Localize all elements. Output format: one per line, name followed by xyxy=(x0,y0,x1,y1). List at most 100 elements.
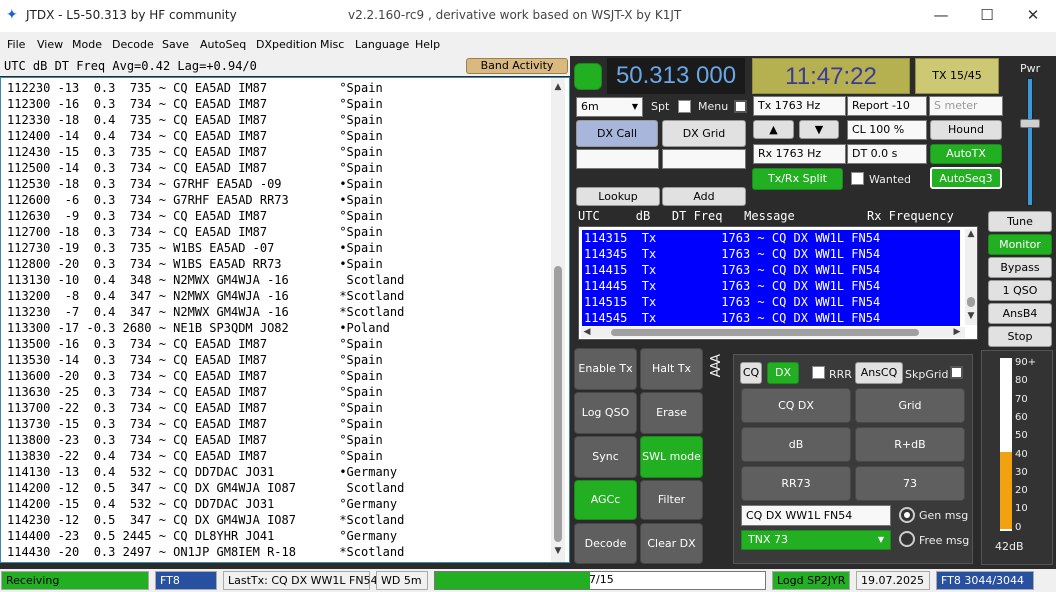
dx-grid-input[interactable] xyxy=(662,149,746,169)
swl-mode-button[interactable]: SWL mode xyxy=(640,436,703,478)
band-activity-scrollbar[interactable]: ▲ ▼ xyxy=(551,78,565,562)
band-activity-row[interactable]: 114200 -15 0.4 532 ~ CQ DD7DAC JO31 °Ger… xyxy=(7,496,397,512)
decode-button[interactable]: Decode xyxy=(574,523,637,564)
rx-frequency-row[interactable]: 114345 Tx 1763 ~ CQ DX WW1L FN54 xyxy=(582,246,960,262)
menu-language[interactable]: Language xyxy=(355,38,409,51)
band-activity-row[interactable]: 114430 -20 0.3 2497 ~ ON1JP GM8IEM R-18 … xyxy=(7,544,404,560)
power-slider-track[interactable] xyxy=(1027,78,1033,206)
band-activity-row[interactable]: 113800 -23 0.3 734 ~ CQ EA5AD IM87 °Spai… xyxy=(7,432,383,448)
dx-toggle[interactable]: DX xyxy=(767,362,799,384)
band-activity-button[interactable]: Band Activity xyxy=(466,58,568,74)
band-activity-row[interactable]: 112530 -18 0.3 734 ~ G7RHF EA5AD -09 •Sp… xyxy=(7,176,383,192)
cq-toggle[interactable]: CQ xyxy=(740,362,762,384)
band-activity-row[interactable]: 112730 -19 0.3 735 ~ W1BS EA5AD -07 •Spa… xyxy=(7,240,383,256)
menu-save[interactable]: Save xyxy=(162,38,189,51)
up-button[interactable]: ▲ xyxy=(753,120,794,139)
band-activity-row[interactable]: 114400 -23 0.5 2445 ~ CQ DL8YHR JO41 °Ge… xyxy=(7,528,397,544)
cl-spinbox[interactable]: CL 100 % xyxy=(847,120,927,140)
r-db-button[interactable]: R+dB xyxy=(855,427,965,462)
band-activity-row[interactable]: 113830 -22 0.4 734 ~ CQ EA5AD IM87 °Spai… xyxy=(7,448,383,464)
autotx-button[interactable]: AutoTX xyxy=(930,144,1002,164)
hound-button[interactable]: Hound xyxy=(930,120,1002,140)
band-activity-row[interactable]: 112630 -9 0.3 734 ~ CQ EA5AD IM87 °Spain xyxy=(7,208,383,224)
dx-call-button[interactable]: DX Call xyxy=(576,120,658,147)
band-activity-row[interactable]: 113530 -14 0.3 734 ~ CQ EA5AD IM87 °Spai… xyxy=(7,352,383,368)
band-activity-row[interactable]: 113700 -22 0.3 734 ~ CQ EA5AD IM87 °Spai… xyxy=(7,400,383,416)
band-activity-row[interactable]: 112430 -15 0.3 735 ~ CQ EA5AD IM87 °Spai… xyxy=(7,144,383,160)
band-activity-list[interactable]: 112230 -13 0.3 735 ~ CQ EA5AD IM87 °Spai… xyxy=(0,77,570,563)
enable-tx-button[interactable]: Enable Tx xyxy=(574,348,637,390)
rx-frequency-row[interactable]: 114315 Tx 1763 ~ CQ DX WW1L FN54 xyxy=(582,230,960,246)
scroll-left-icon[interactable]: ◀ xyxy=(581,327,593,337)
halt-tx-button[interactable]: Halt Tx xyxy=(640,348,703,390)
ansb4-button[interactable]: AnsB4 xyxy=(988,303,1052,324)
down-button[interactable]: ▼ xyxy=(799,120,839,139)
filter-button[interactable]: Filter xyxy=(640,480,703,520)
band-activity-row[interactable]: 112800 -20 0.3 734 ~ W1BS EA5AD RR73 •Sp… xyxy=(7,256,383,272)
band-activity-row[interactable]: 114200 -12 0.5 347 ~ CQ DX GM4WJA IO87 S… xyxy=(7,480,404,496)
agcc-button[interactable]: AGCc xyxy=(574,480,637,520)
menu-mode[interactable]: Mode xyxy=(72,38,102,51)
menu-file[interactable]: File xyxy=(7,38,25,51)
band-activity-row[interactable]: 114230 -12 0.5 347 ~ CQ DX GM4WJA IO87 *… xyxy=(7,512,404,528)
73-button[interactable]: 73 xyxy=(855,466,965,501)
menu-dxpedition[interactable]: DXpedition xyxy=(256,38,317,51)
rr73-button[interactable]: RR73 xyxy=(741,466,851,501)
band-activity-row[interactable]: 113130 -10 0.4 348 ~ N2MWX GM4WJA -16 Sc… xyxy=(7,272,404,288)
dx-grid-button[interactable]: DX Grid xyxy=(662,120,746,147)
grid-button[interactable]: Grid xyxy=(855,388,965,423)
rx-frequency-row[interactable]: 114445 Tx 1763 ~ CQ DX WW1L FN54 xyxy=(582,278,960,294)
rx-frequency-row[interactable]: 114515 Tx 1763 ~ CQ DX WW1L FN54 xyxy=(582,294,960,310)
band-activity-row[interactable]: 113230 -7 0.4 347 ~ N2MWX GM4WJA -16 *Sc… xyxy=(7,304,404,320)
skpgrid-checkbox[interactable] xyxy=(950,366,963,379)
band-activity-row[interactable]: 113500 -16 0.3 734 ~ CQ EA5AD IM87 °Spai… xyxy=(7,336,383,352)
gen-msg-radio[interactable] xyxy=(899,507,915,523)
log-qso-button[interactable]: Log QSO xyxy=(574,392,637,434)
scroll-down-icon[interactable]: ▼ xyxy=(552,546,564,556)
rx-frequency-row[interactable]: 114415 Tx 1763 ~ CQ DX WW1L FN54 xyxy=(582,262,960,278)
band-activity-row[interactable]: 112500 -14 0.3 734 ~ CQ EA5AD IM87 °Spai… xyxy=(7,160,383,176)
power-slider-handle[interactable] xyxy=(1020,119,1040,128)
band-activity-row[interactable]: 112330 -18 0.4 735 ~ CQ EA5AD IM87 °Spai… xyxy=(7,112,383,128)
erase-button[interactable]: Erase xyxy=(640,392,703,434)
spt-checkbox[interactable] xyxy=(678,100,691,113)
tab-selector[interactable]: AAA xyxy=(709,356,724,377)
band-activity-row[interactable]: 113300 -17 -0.3 2680 ~ NE1B SP3QDM JO82 … xyxy=(7,320,390,336)
monitor-button[interactable]: Monitor xyxy=(988,234,1052,255)
scroll-down-icon[interactable]: ▼ xyxy=(965,311,977,321)
menu-checkbox[interactable] xyxy=(734,100,747,113)
tx-frequency-spinbox[interactable]: Tx 1763 Hz xyxy=(753,96,846,116)
anscq-button[interactable]: AnsCQ xyxy=(855,362,903,384)
band-activity-row[interactable]: 113630 -25 0.3 734 ~ CQ EA5AD IM87 °Spai… xyxy=(7,384,383,400)
band-activity-row[interactable]: 112230 -13 0.3 735 ~ CQ EA5AD IM87 °Spai… xyxy=(7,80,383,96)
tune-button[interactable]: Tune xyxy=(988,211,1052,232)
rrr-checkbox[interactable] xyxy=(812,366,825,379)
menu-help[interactable]: Help xyxy=(415,38,440,51)
rx-scrollbar[interactable]: ▲ ▼ xyxy=(965,229,977,325)
dt-spinbox[interactable]: DT 0.0 s xyxy=(847,144,927,164)
band-activity-row[interactable]: 113730 -15 0.3 734 ~ CQ EA5AD IM87 °Spai… xyxy=(7,416,383,432)
band-activity-row[interactable]: 113600 -20 0.3 734 ~ CQ EA5AD IM87 °Spai… xyxy=(7,368,383,384)
band-activity-row[interactable]: 112700 -18 0.3 734 ~ CQ EA5AD IM87 °Spai… xyxy=(7,224,383,240)
band-activity-row[interactable]: 112600 -6 0.3 734 ~ G7RHF EA5AD RR73 •Sp… xyxy=(7,192,383,208)
bypass-button[interactable]: Bypass xyxy=(988,257,1052,278)
free-msg-select[interactable]: TNX 73 ▼ xyxy=(741,530,891,550)
rx-frequency-list[interactable]: 114315 Tx 1763 ~ CQ DX WW1L FN54 114345 T… xyxy=(578,226,978,340)
add-button[interactable]: Add xyxy=(662,187,746,206)
minimize-button[interactable]: — xyxy=(918,0,964,30)
band-activity-row[interactable]: 112400 -14 0.4 734 ~ CQ EA5AD IM87 °Spai… xyxy=(7,128,383,144)
maximize-button[interactable]: ☐ xyxy=(964,0,1010,30)
rx-frequency-row[interactable]: 114545 Tx 1763 ~ CQ DX WW1L FN54 xyxy=(582,310,960,326)
band-select[interactable]: 6m ▼ xyxy=(576,97,643,117)
menu-view[interactable]: View xyxy=(37,38,63,51)
clear-dx-button[interactable]: Clear DX xyxy=(640,523,703,564)
scroll-up-icon[interactable]: ▲ xyxy=(552,82,564,92)
lookup-button[interactable]: Lookup xyxy=(576,187,660,206)
menu-decode[interactable]: Decode xyxy=(112,38,154,51)
free-msg-radio[interactable] xyxy=(899,531,915,547)
band-activity-row[interactable]: 114130 -13 0.4 532 ~ CQ DD7DAC JO31 •Ger… xyxy=(7,464,397,480)
stop-button[interactable]: Stop xyxy=(988,326,1052,347)
dx-call-input[interactable] xyxy=(576,149,659,169)
scroll-right-icon[interactable]: ▶ xyxy=(951,327,963,337)
one-qso-button[interactable]: 1 QSO xyxy=(988,280,1052,301)
